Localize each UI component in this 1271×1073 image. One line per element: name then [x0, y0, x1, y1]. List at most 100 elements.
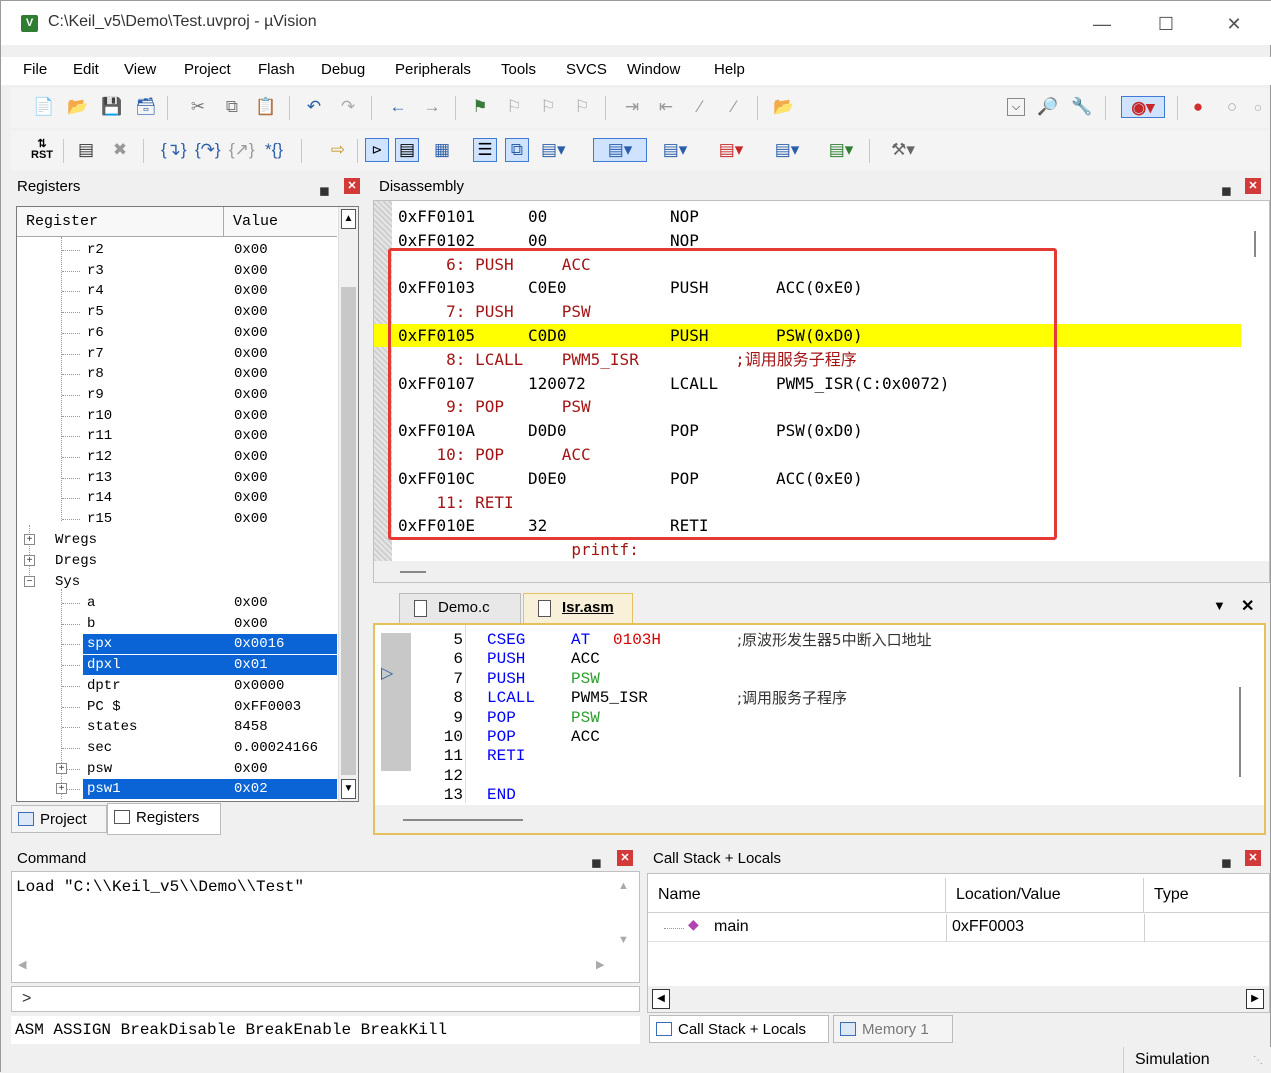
register-value[interactable]: 0x01: [234, 655, 268, 675]
group-dregs[interactable]: + Dregs: [17, 551, 337, 571]
configuration-icon[interactable]: 🔧: [1071, 96, 1093, 118]
close-panel-icon[interactable]: ✕: [1245, 850, 1261, 866]
column-location[interactable]: Location/Value: [946, 878, 1144, 912]
register-value[interactable]: 0x00: [234, 261, 268, 281]
register-row[interactable]: r11 0x00: [17, 426, 337, 446]
indent-icon[interactable]: ⇥: [621, 96, 643, 118]
tab-memory-1[interactable]: Memory 1: [833, 1015, 953, 1043]
register-value[interactable]: 0x00: [234, 614, 268, 634]
register-row[interactable]: r12 0x00: [17, 447, 337, 467]
expand-icon[interactable]: +: [56, 762, 67, 774]
register-value[interactable]: 0x0000: [234, 676, 284, 696]
toolbox-icon[interactable]: ⚒▾: [883, 139, 923, 161]
register-value[interactable]: 0x00: [234, 468, 268, 488]
stop-icon[interactable]: ✖: [109, 139, 131, 161]
register-value[interactable]: 0x02: [234, 779, 268, 799]
scroll-down-icon[interactable]: ▼: [341, 779, 356, 799]
pin-icon[interactable]: ◼: [1221, 851, 1232, 875]
register-row[interactable]: r2 0x00: [17, 240, 337, 260]
register-row[interactable]: dpxl 0x01: [17, 655, 337, 676]
expand-icon[interactable]: +: [56, 783, 67, 795]
breakpoint-clear-icon[interactable]: ○: [1247, 96, 1269, 118]
breakpoint-icon[interactable]: ●: [1187, 96, 1209, 118]
register-row[interactable]: r3 0x00: [17, 261, 337, 281]
register-row[interactable]: r9 0x00: [17, 385, 337, 405]
menu-view[interactable]: View: [124, 61, 156, 78]
menu-peripherals[interactable]: Peripherals: [395, 61, 471, 78]
register-value[interactable]: 0.00024166: [234, 738, 318, 758]
tab-registers[interactable]: Registers: [107, 803, 221, 835]
column-name[interactable]: Name: [648, 878, 946, 912]
menu-project[interactable]: Project: [184, 61, 231, 78]
step-into-icon[interactable]: {↴}: [161, 139, 187, 161]
run-to-cursor-icon[interactable]: *{}: [263, 139, 285, 161]
code-editor[interactable]: ▷ 5 CSEG AT 0103H ;原波形发生器5中断入口地址 6 PUSH ACC 7 PUS…: [373, 623, 1266, 835]
register-row[interactable]: r5 0x00: [17, 302, 337, 322]
serial-window-icon[interactable]: ▤▾: [655, 139, 695, 161]
register-row[interactable]: b 0x00: [17, 614, 337, 634]
scroll-thumb[interactable]: [341, 287, 356, 775]
tab-call-stack[interactable]: Call Stack + Locals: [649, 1015, 829, 1043]
close-tab-icon[interactable]: ✕: [1241, 596, 1254, 616]
value-column-header[interactable]: Value: [233, 213, 278, 230]
register-value[interactable]: 0x0016: [234, 634, 284, 654]
prev-bookmark-icon[interactable]: ⚐: [503, 96, 525, 118]
nav-forward-icon[interactable]: →: [421, 96, 443, 118]
register-row[interactable]: sec 0.00024166: [17, 738, 337, 758]
tab-isr-asm[interactable]: Isr.asm: [523, 593, 633, 623]
save-all-icon[interactable]: 🗃: [135, 96, 157, 118]
menu-file[interactable]: File: [23, 61, 47, 78]
register-value[interactable]: 0x00: [234, 364, 268, 384]
register-row[interactable]: spx 0x0016: [17, 634, 337, 655]
code-line[interactable]: 12: [375, 767, 1255, 787]
register-row[interactable]: r4 0x00: [17, 281, 337, 301]
register-row[interactable]: r8 0x00: [17, 364, 337, 384]
registers-scrollbar[interactable]: ▲ ▼: [338, 207, 358, 801]
expand-icon[interactable]: +: [24, 534, 35, 545]
watch-window-icon[interactable]: ▤▾: [541, 139, 566, 161]
scroll-thumb[interactable]: [403, 819, 523, 821]
register-value[interactable]: 0x00: [234, 426, 268, 446]
undo-icon[interactable]: ↶: [303, 96, 325, 118]
register-value[interactable]: 0x00: [234, 323, 268, 343]
register-row[interactable]: + psw 0x00: [17, 759, 337, 779]
tab-project[interactable]: Project: [11, 805, 107, 833]
register-row[interactable]: a 0x00: [17, 593, 337, 613]
close-panel-icon[interactable]: ✕: [1245, 178, 1261, 194]
scroll-right-icon[interactable]: ▶: [1246, 989, 1264, 1009]
reset-icon[interactable]: ⇅ RST: [31, 139, 53, 161]
register-row[interactable]: r13 0x00: [17, 468, 337, 488]
pin-icon[interactable]: ◼: [319, 179, 330, 203]
disassembly-hscrollbar[interactable]: [374, 561, 1269, 582]
code-line[interactable]: 5 CSEG AT 0103H ;原波形发生器5中断入口地址: [375, 631, 1255, 651]
group-sys[interactable]: − Sys: [17, 572, 337, 592]
editor-hscrollbar[interactable]: [375, 805, 1264, 833]
register-value[interactable]: 0x00: [234, 406, 268, 426]
menu-edit[interactable]: Edit: [73, 61, 99, 78]
copy-icon[interactable]: ⧉: [221, 96, 243, 118]
tab-list-icon[interactable]: ▼: [1213, 598, 1226, 613]
minimize-button[interactable]: —: [1079, 9, 1125, 39]
scroll-up-icon[interactable]: ▲: [341, 209, 356, 229]
menu-flash[interactable]: Flash: [258, 61, 295, 78]
register-value[interactable]: 0x00: [234, 509, 268, 529]
register-row[interactable]: r14 0x00: [17, 488, 337, 508]
show-next-statement-icon[interactable]: ⇨: [327, 139, 349, 161]
code-line[interactable]: 7 PUSH PSW: [375, 670, 1255, 690]
step-over-icon[interactable]: {↷}: [195, 139, 221, 161]
nav-back-icon[interactable]: ←: [387, 96, 409, 118]
scroll-right-icon[interactable]: ▶: [596, 958, 604, 971]
register-row[interactable]: + psw1 0x02: [17, 779, 337, 800]
register-value[interactable]: 0x00: [234, 385, 268, 405]
menu-window[interactable]: Window: [627, 61, 680, 78]
run-icon[interactable]: ▤: [75, 139, 97, 161]
clear-bookmarks-icon[interactable]: ⚐: [571, 96, 593, 118]
register-value[interactable]: 0x00: [234, 488, 268, 508]
disassembly-line[interactable]: 0xFF0101 00 NOP: [398, 205, 1263, 228]
scroll-up-icon[interactable]: ▲: [618, 880, 629, 892]
register-value[interactable]: 8458: [234, 717, 268, 737]
cut-icon[interactable]: ✂: [187, 96, 209, 118]
save-icon[interactable]: 💾: [101, 96, 123, 118]
comment-icon[interactable]: ⁄: [689, 96, 711, 118]
menu-svcs[interactable]: SVCS: [566, 61, 607, 78]
